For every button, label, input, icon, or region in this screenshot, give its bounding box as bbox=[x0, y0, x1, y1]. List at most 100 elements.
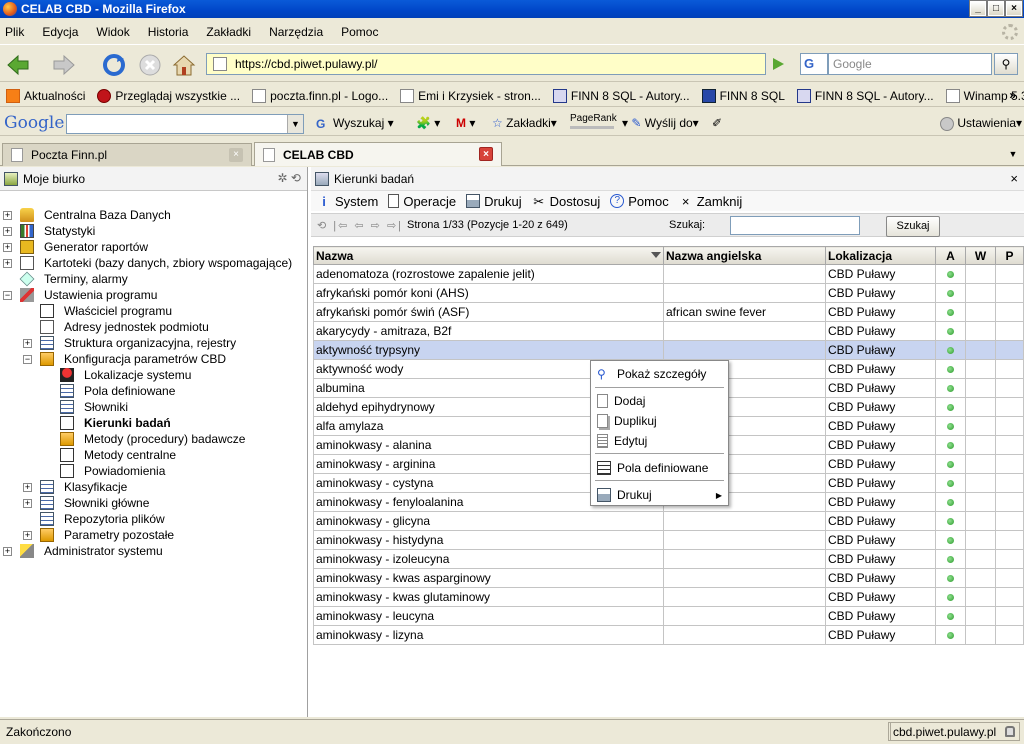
menu-dostosuj[interactable]: ✂ Dostosuj bbox=[532, 194, 600, 210]
expand-icon[interactable]: + bbox=[23, 338, 32, 348]
menu-tools[interactable]: Narzędzia bbox=[266, 25, 326, 39]
ctx-show-details[interactable]: ⚲ Pokaż szczegóły bbox=[591, 364, 728, 384]
tree-item[interactable]: Lokalizacje systemu bbox=[0, 367, 308, 383]
close-tab-icon[interactable]: × bbox=[229, 148, 243, 162]
tree-item[interactable]: Metody centralne bbox=[0, 447, 308, 463]
home-icon[interactable] bbox=[172, 53, 196, 77]
bookmark-item[interactable]: FINN 8 SQL - Autory... bbox=[796, 88, 934, 103]
chevron-down-icon[interactable]: ▼ bbox=[287, 115, 303, 133]
table-row[interactable]: aminokwasy - kwas glutaminowy CBD Puławy bbox=[313, 587, 1024, 607]
expand-icon[interactable]: + bbox=[3, 210, 12, 220]
expand-icon[interactable]: + bbox=[3, 242, 12, 252]
ctx-edit[interactable]: Edytuj bbox=[591, 431, 728, 451]
search-engine-selector[interactable]: G bbox=[800, 53, 828, 75]
tree-item[interactable]: Słowniki bbox=[0, 399, 308, 415]
table-row[interactable]: akarycydy - amitraza, B2f CBD Puławy bbox=[313, 321, 1024, 341]
tree-item[interactable]: Kierunki badań bbox=[0, 415, 308, 431]
tree-item[interactable]: + Kartoteki (bazy danych, zbiory wspomaga… bbox=[0, 255, 308, 271]
send-to-button[interactable]: ▾ ✎ Wyślij do▾ bbox=[622, 116, 699, 130]
tree-item[interactable]: − Ustawienia programu bbox=[0, 287, 308, 303]
reload-icon[interactable] bbox=[102, 53, 126, 77]
tree-item[interactable]: Repozytoria plików bbox=[0, 511, 308, 527]
minimize-button[interactable]: _ bbox=[969, 0, 987, 17]
pager-arrows[interactable]: ⟲ |⇦ ⇦ ⇨ ⇨| bbox=[317, 219, 403, 232]
google-bookmarks-button[interactable]: ☆ Zakładki▾ bbox=[492, 116, 557, 130]
address-bar[interactable]: https://cbd.piwet.pulawy.pl/ bbox=[206, 53, 766, 75]
tree-item[interactable]: + Klasyfikacje bbox=[0, 479, 308, 495]
bookmark-item[interactable]: FINN 8 SQL bbox=[701, 88, 785, 103]
expand-icon[interactable]: + bbox=[23, 482, 32, 492]
forward-icon[interactable] bbox=[52, 53, 76, 77]
google-settings-button[interactable]: Ustawienia▾ bbox=[940, 116, 1022, 131]
menu-system[interactable]: i System bbox=[317, 194, 378, 210]
tree-item[interactable]: + Słowniki główne bbox=[0, 495, 308, 511]
table-row[interactable]: aminokwasy - leucyna CBD Puławy bbox=[313, 606, 1024, 626]
tree-item[interactable]: + Centralna Baza Danych bbox=[0, 207, 308, 223]
tab-poczta[interactable]: Poczta Finn.pl × bbox=[2, 143, 252, 166]
close-window-button[interactable]: × bbox=[1005, 0, 1023, 17]
lock-icon[interactable] bbox=[1005, 726, 1015, 737]
panel-controls[interactable]: ✲ ⟲ bbox=[278, 171, 301, 185]
tree-item[interactable]: Właściciel programu bbox=[0, 303, 308, 319]
tree-item[interactable]: − Konfiguracja parametrów CBD bbox=[0, 351, 308, 367]
bookmarks-overflow-icon[interactable]: » bbox=[1009, 88, 1016, 102]
expand-icon[interactable]: + bbox=[3, 546, 12, 556]
expand-icon[interactable]: + bbox=[23, 498, 32, 508]
column-header-lokalizacja[interactable]: Lokalizacja bbox=[825, 246, 936, 265]
menu-help[interactable]: Pomoc bbox=[338, 25, 381, 39]
tree-item[interactable]: + Administrator systemu bbox=[0, 543, 308, 559]
tree-item[interactable]: Powiadomienia bbox=[0, 463, 308, 479]
tree-item[interactable]: Metody (procedury) badawcze bbox=[0, 431, 308, 447]
tree-item[interactable]: + Statystyki bbox=[0, 223, 308, 239]
tab-celab[interactable]: CELAB CBD × bbox=[254, 142, 502, 166]
table-row[interactable]: adenomatoza (rozrostowe zapalenie jelit)… bbox=[313, 264, 1024, 284]
back-icon[interactable] bbox=[6, 53, 30, 77]
web-search-input[interactable]: Google bbox=[828, 53, 992, 75]
menu-history[interactable]: Historia bbox=[145, 25, 192, 39]
menu-edit[interactable]: Edycja bbox=[39, 25, 81, 39]
bookmark-item[interactable]: FINN 8 SQL - Autory... bbox=[552, 88, 690, 103]
ctx-duplicate[interactable]: Duplikuj bbox=[591, 411, 728, 431]
column-header-nazwa[interactable]: Nazwa bbox=[313, 246, 664, 265]
menu-operacje[interactable]: Operacje bbox=[388, 194, 456, 209]
stop-icon[interactable] bbox=[138, 53, 162, 77]
tab-list-icon[interactable]: ▼ bbox=[1004, 145, 1022, 163]
column-header-a[interactable]: A bbox=[935, 246, 966, 265]
table-row[interactable]: aktywność trypsyny CBD Puławy bbox=[313, 340, 1024, 360]
google-search-button[interactable]: G Wyszukaj ▾ bbox=[316, 116, 394, 131]
expand-icon[interactable]: + bbox=[3, 226, 12, 236]
table-row[interactable]: aminokwasy - glicyna CBD Puławy bbox=[313, 511, 1024, 531]
bookmark-item[interactable]: Aktualności bbox=[6, 88, 85, 103]
highlighter-icon[interactable]: ✐ bbox=[712, 116, 722, 130]
column-header-nazwa-angielska[interactable]: Nazwa angielska bbox=[663, 246, 826, 265]
tree-item[interactable]: + Generator raportów bbox=[0, 239, 308, 255]
tree-item[interactable]: Terminy, alarmy bbox=[0, 271, 308, 287]
menu-bookmarks[interactable]: Zakładki bbox=[203, 25, 254, 39]
go-icon[interactable] bbox=[770, 56, 786, 72]
gmail-icon[interactable]: M ▾ bbox=[456, 116, 475, 130]
column-header-p[interactable]: P bbox=[995, 246, 1024, 265]
ctx-defined-fields[interactable]: Pola definiowane bbox=[591, 458, 728, 478]
ctx-print[interactable]: Drukuj ▶ bbox=[591, 485, 728, 505]
menu-pomoc[interactable]: ? Pomoc bbox=[610, 194, 669, 209]
table-row[interactable]: afrykański pomór świń (ASF) african swine… bbox=[313, 302, 1024, 322]
close-icon[interactable]: × bbox=[1010, 171, 1018, 186]
close-tab-icon[interactable]: × bbox=[479, 147, 493, 161]
tree-item[interactable]: Adresy jednostek podmiotu bbox=[0, 319, 308, 335]
tree-item[interactable]: Pola definiowane bbox=[0, 383, 308, 399]
column-header-w[interactable]: W bbox=[965, 246, 996, 265]
bookmark-item[interactable]: poczta.finn.pl - Logo... bbox=[252, 88, 388, 103]
expand-icon[interactable]: + bbox=[23, 530, 32, 540]
ctx-add[interactable]: Dodaj bbox=[591, 391, 728, 411]
tree-item[interactable]: + Struktura organizacyjna, rejestry bbox=[0, 335, 308, 351]
menu-file[interactable]: Plik bbox=[2, 25, 27, 39]
tree-item[interactable]: + Parametry pozostałe bbox=[0, 527, 308, 543]
table-row[interactable]: aminokwasy - izoleucyna CBD Puławy bbox=[313, 549, 1024, 569]
table-row[interactable]: aminokwasy - kwas asparginowy CBD Puławy bbox=[313, 568, 1024, 588]
search-magnifier-icon[interactable]: ⚲ bbox=[994, 53, 1018, 75]
expand-icon[interactable]: + bbox=[3, 258, 12, 268]
search-button[interactable]: Szukaj bbox=[886, 216, 940, 237]
table-row[interactable]: aminokwasy - histydyna CBD Puławy bbox=[313, 530, 1024, 550]
menu-zamknij[interactable]: × Zamknij bbox=[679, 194, 742, 210]
maximize-button[interactable]: □ bbox=[987, 0, 1005, 17]
